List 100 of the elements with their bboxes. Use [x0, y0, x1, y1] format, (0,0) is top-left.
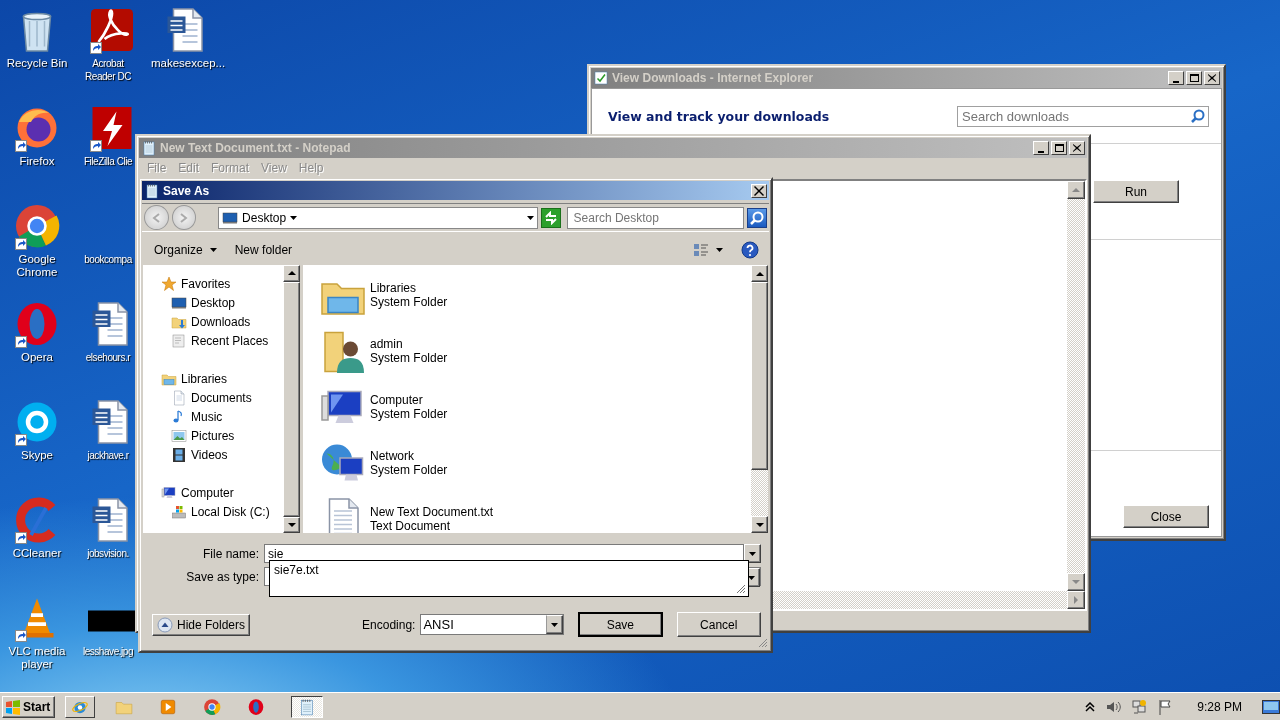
search-icon [1191, 108, 1205, 123]
cancel-button[interactable]: Cancel [676, 612, 761, 637]
close-button[interactable]: Close [1123, 505, 1209, 528]
dropdown-arrow-icon [749, 551, 756, 556]
toolbar-button[interactable]: Organize [154, 243, 217, 257]
caret-icon [716, 248, 723, 252]
nav-item[interactable]: Computer [143, 483, 283, 502]
scroll-up-button[interactable] [1067, 181, 1085, 199]
field-label: Save as type: [185, 569, 260, 584]
scroll-right-icon [1072, 596, 1080, 604]
refresh-button[interactable] [540, 207, 561, 228]
run-button[interactable]: Run [1093, 180, 1179, 203]
pictures-icon [171, 427, 187, 444]
explorer-item[interactable]: admin System Folder [303, 327, 454, 383]
encoding-dropdown[interactable]: ANSI [420, 614, 565, 635]
desktop-icon-label[interactable]: Google Chrome [1, 253, 73, 279]
close-button[interactable] [751, 183, 767, 198]
page-heading: View and track your downloads [608, 108, 830, 124]
scroll-down-icon [755, 520, 764, 529]
address-bar[interactable]: Desktop [218, 206, 538, 229]
field-label: File name: [201, 546, 260, 561]
scroll-up-icon [1072, 186, 1080, 194]
taskbar-button[interactable] [291, 696, 324, 718]
start-button[interactable]: Start [2, 696, 56, 718]
view-list-icon [693, 242, 709, 258]
desktop-icon-label[interactable]: makesexcep... [151, 57, 223, 70]
nav-item[interactable]: Desktop [143, 293, 283, 312]
search-button[interactable] [747, 207, 767, 228]
scroll-up-button[interactable] [283, 265, 300, 282]
clock[interactable]: 9:28 PM [1197, 700, 1242, 714]
dropdown-arrow-icon [748, 575, 755, 580]
desktop-icon-label[interactable]: bookcompa [79, 253, 137, 266]
desktop-icon-label[interactable]: Opera [1, 351, 73, 364]
nav-item[interactable]: Local Disk (C:) [143, 502, 283, 521]
view-options-button[interactable] [693, 242, 723, 258]
minimize-button[interactable] [1033, 141, 1049, 155]
autocomplete-item[interactable]: sie7e.txt [274, 563, 744, 577]
scroll-right-button[interactable] [1067, 591, 1085, 609]
save-button[interactable]: Save [578, 612, 663, 637]
search-field[interactable]: Search downloads [957, 105, 1209, 127]
nav-item[interactable]: Libraries [143, 369, 283, 388]
document-icon [171, 389, 187, 406]
nav-item[interactable]: Downloads [143, 312, 283, 331]
nav-item[interactable]: Videos [143, 445, 283, 464]
desktop-icon-label[interactable]: Firefox [1, 155, 73, 168]
nav-item[interactable]: Pictures [143, 426, 283, 445]
notepad-icon [144, 182, 160, 199]
explorer-item[interactable]: Libraries System Folder [303, 271, 454, 327]
scroll-up-button[interactable] [751, 265, 768, 282]
close-icon [752, 183, 766, 198]
vertical-scrollbar[interactable] [1067, 181, 1085, 591]
film-strip-icon [171, 446, 187, 463]
nav-item[interactable]: Documents [143, 388, 283, 407]
close-button[interactable] [1204, 71, 1220, 85]
opera-icon [247, 698, 266, 716]
nav-item[interactable]: Music [143, 407, 283, 426]
desktop-icon-label[interactable]: jobsvision. [79, 547, 137, 560]
quick-launch-button[interactable] [65, 696, 96, 718]
monitor-icon [222, 209, 239, 226]
flag-icon[interactable] [1157, 699, 1174, 715]
explorer-item[interactable]: Network System Folder [303, 439, 454, 495]
toolbar-button[interactable]: New folder [234, 243, 293, 257]
scroll-thumb[interactable] [751, 282, 768, 470]
computer-icon [161, 484, 177, 501]
network-icon[interactable] [1131, 699, 1148, 715]
monitor-icon [171, 294, 187, 311]
autocomplete-menu[interactable]: sie7e.txt [269, 560, 749, 597]
notepad-icon [141, 140, 157, 156]
scroll-down-button[interactable] [751, 516, 768, 533]
desktop-icon-label[interactable]: Recycle Bin [1, 57, 73, 70]
explorer-item[interactable]: Computer System Folder [303, 383, 454, 439]
media-player-icon [159, 698, 178, 716]
show-desktop-icon[interactable] [1262, 700, 1280, 714]
desktop-icon-label[interactable]: FileZilla Clie [79, 155, 137, 168]
nav-item[interactable]: Recent Places [143, 331, 283, 350]
desktop-icon-label[interactable]: CCleaner [1, 547, 73, 560]
help-button[interactable] [741, 241, 759, 259]
close-button[interactable] [1069, 141, 1085, 155]
search-field[interactable]: Search Desktop [566, 206, 745, 229]
desktop-icon-label[interactable]: elsehours.r [79, 351, 137, 364]
scroll-down-button[interactable] [1067, 573, 1085, 591]
minimize-icon [1038, 151, 1044, 153]
scroll-down-icon [287, 520, 296, 529]
maximize-button[interactable] [1051, 141, 1067, 155]
recent-places-icon [171, 332, 187, 349]
speaker-icon[interactable] [1105, 699, 1122, 715]
chrome-icon[interactable] [13, 202, 61, 250]
desktop-icon-label[interactable]: jackhave.r [79, 449, 137, 462]
pdf-reader-icon[interactable] [88, 6, 136, 54]
nav-item[interactable]: Favorites [143, 274, 283, 293]
desktop-icon-label[interactable]: Acrobat Reader DC [79, 57, 137, 83]
vertical-scrollbar[interactable] [751, 265, 768, 533]
maximize-button[interactable] [1186, 71, 1202, 85]
close-icon [1208, 74, 1216, 82]
minimize-button[interactable] [1168, 71, 1184, 85]
dropdown-button[interactable] [744, 544, 761, 563]
caret-icon [526, 215, 534, 220]
desktop-icon-label[interactable]: Skype [1, 449, 73, 462]
hide-folders-button[interactable]: Hide Folders [152, 613, 251, 636]
chevron-up-icon[interactable] [1085, 702, 1096, 712]
